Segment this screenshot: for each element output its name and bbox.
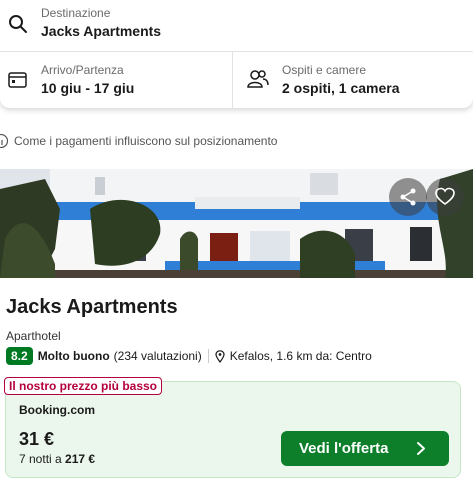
hotel-name[interactable]: Jacks Apartments bbox=[6, 296, 178, 319]
provider-name: Booking.com bbox=[19, 403, 96, 417]
location-text[interactable]: Kefalos, 1.6 km da: Centro bbox=[230, 349, 372, 363]
ranking-info-text: Come i pagamenti influiscono sul posizio… bbox=[14, 134, 278, 148]
dates-field[interactable]: Arrivo/Partenza 10 giu - 17 giu bbox=[0, 52, 233, 108]
share-button[interactable] bbox=[389, 178, 427, 216]
calendar-icon bbox=[8, 72, 27, 88]
ranking-info-link[interactable]: Come i pagamenti influiscono sul posizio… bbox=[0, 133, 277, 149]
search-summary-card: Destinazione Jacks Apartments Arrivo/Par… bbox=[0, 0, 473, 108]
guests-value: 2 ospiti, 1 camera bbox=[282, 80, 400, 96]
nights-prefix: 7 notti a bbox=[19, 452, 62, 466]
favorite-button[interactable] bbox=[426, 178, 464, 216]
guests-icon bbox=[247, 70, 269, 88]
hotel-type: Aparthotel bbox=[6, 329, 61, 343]
offer-card[interactable]: Booking.com 31 € 7 notti a 217 € Vedi l'… bbox=[5, 381, 461, 478]
total-price-line: 7 notti a 217 € bbox=[19, 452, 95, 466]
search-icon bbox=[9, 15, 27, 33]
rating-row: 8.2 Molto buono (234 valutazioni) Kefalo… bbox=[6, 346, 372, 366]
info-icon bbox=[0, 134, 9, 148]
chevron-right-icon bbox=[417, 442, 425, 455]
destination-field[interactable]: Destinazione Jacks Apartments bbox=[0, 0, 473, 52]
score-badge: 8.2 bbox=[6, 347, 33, 365]
divider bbox=[207, 349, 209, 363]
map-pin-icon bbox=[215, 349, 225, 363]
total-price: 217 € bbox=[65, 452, 96, 466]
dates-label: Arrivo/Partenza bbox=[41, 63, 124, 77]
price-per-night: 31 € bbox=[19, 429, 55, 449]
score-text: Molto buono bbox=[37, 349, 110, 363]
destination-value: Jacks Apartments bbox=[41, 23, 162, 39]
guests-label: Ospiti e camere bbox=[282, 63, 367, 77]
lowest-price-badge: Il nostro prezzo più basso bbox=[4, 377, 163, 395]
dates-value: 10 giu - 17 giu bbox=[41, 80, 135, 96]
view-offer-label: Vedi l'offerta bbox=[299, 440, 389, 457]
view-offer-button[interactable]: Vedi l'offerta bbox=[281, 431, 449, 466]
destination-label: Destinazione bbox=[41, 6, 111, 20]
share-icon bbox=[400, 188, 416, 206]
heart-icon bbox=[435, 187, 455, 205]
guests-field[interactable]: Ospiti e camere 2 ospiti, 1 camera bbox=[234, 52, 473, 108]
reviews-count[interactable]: (234 valutazioni) bbox=[114, 349, 202, 363]
